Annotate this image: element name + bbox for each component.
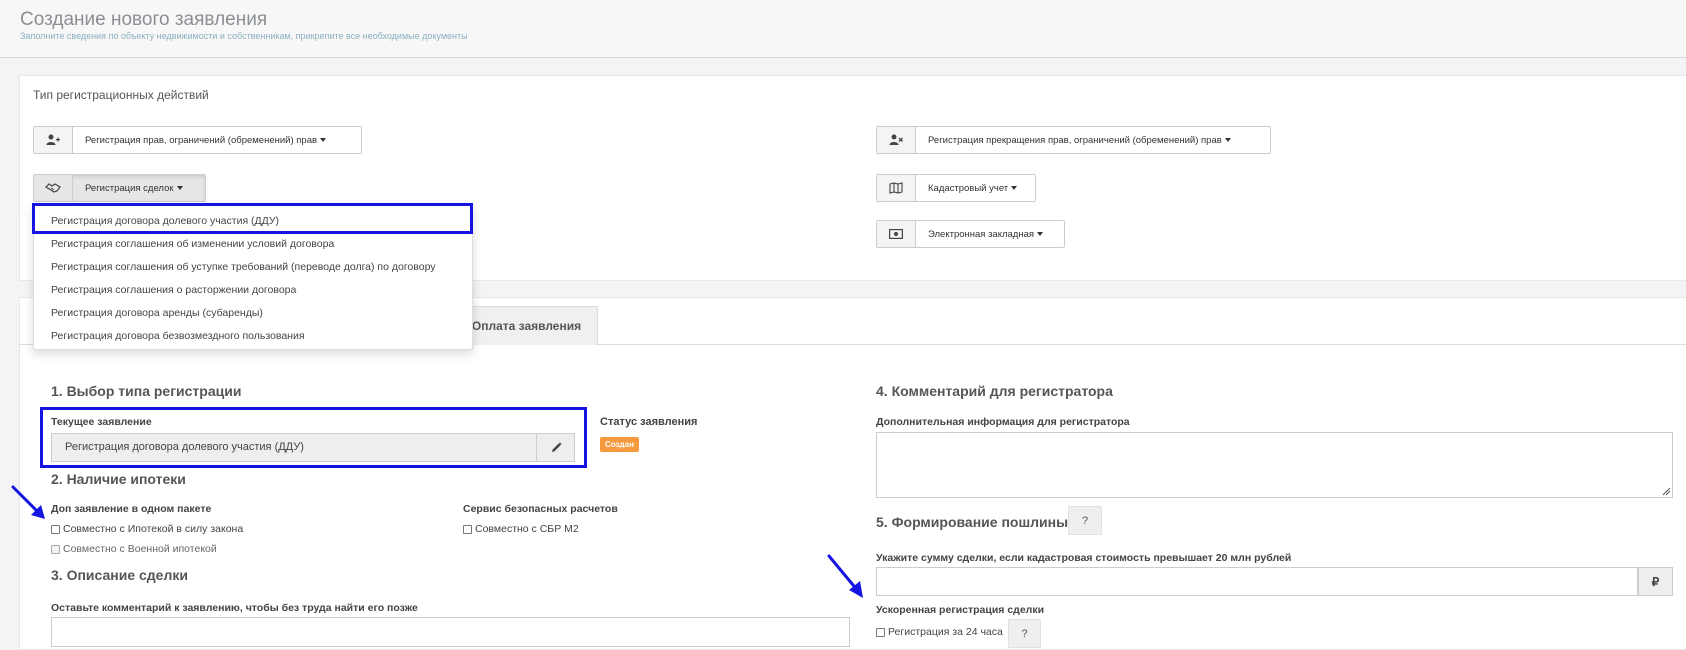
caret-down-icon bbox=[1011, 186, 1018, 190]
arrow-annotation-icon bbox=[11, 485, 45, 519]
caret-down-icon bbox=[176, 186, 183, 190]
termination-registration-label: Регистрация прекращения прав, ограничени… bbox=[928, 134, 1222, 146]
sbr-checkbox[interactable]: Совместно с СБР М2 bbox=[463, 523, 579, 535]
money-icon bbox=[877, 221, 916, 247]
section1-title: 1. Выбор типа регистрации bbox=[51, 383, 242, 399]
question-icon: ? bbox=[1081, 514, 1089, 527]
mortgage-law-checkbox[interactable]: Совместно с Ипотекой в силу закона bbox=[51, 523, 243, 535]
caret-down-icon bbox=[1037, 232, 1044, 236]
status-label: Статус заявления bbox=[600, 416, 698, 428]
dropdown-item-lease[interactable]: Регистрация договора аренды (субаренды) bbox=[51, 307, 263, 319]
mortgage-law-label: Совместно с Ипотекой в силу закона bbox=[63, 523, 244, 535]
fast-help-button[interactable]: ? bbox=[1008, 619, 1041, 648]
cadastral-dropdown[interactable]: Кадастровый учет bbox=[876, 174, 1036, 202]
current-application-highlight bbox=[40, 407, 587, 468]
deals-registration-dropdown[interactable]: Регистрация сделок bbox=[33, 174, 206, 202]
page-title: Создание нового заявления bbox=[20, 9, 268, 30]
rights-registration-dropdown[interactable]: Регистрация прав, ограничений (обременен… bbox=[33, 126, 362, 154]
page-subtitle: Заполните сведения по объекту недвижимос… bbox=[20, 31, 468, 41]
status-badge: Создан bbox=[600, 437, 639, 452]
extra-application-label: Доп заявление в одном пакете bbox=[51, 503, 212, 515]
tab-payment-label: Оплата заявления bbox=[471, 319, 582, 333]
registrar-info-textarea[interactable] bbox=[876, 432, 1673, 498]
military-mortgage-label: Совместно с Военной ипотекой bbox=[63, 543, 217, 555]
caret-down-icon bbox=[1224, 138, 1231, 142]
dropdown-item-change-terms[interactable]: Регистрация соглашения об изменении усло… bbox=[51, 238, 334, 250]
ruble-icon: ₽ bbox=[1651, 574, 1660, 589]
electronic-mortgage-dropdown[interactable]: Электронная закладная bbox=[876, 220, 1065, 248]
safe-settlement-label: Сервис безопасных расчетов bbox=[463, 503, 618, 515]
resize-handle-icon[interactable] bbox=[1662, 487, 1671, 496]
tab-payment[interactable]: Оплата заявления bbox=[455, 306, 598, 345]
map-icon bbox=[877, 175, 916, 201]
registrar-info-label: Дополнительная информация для регистрато… bbox=[876, 416, 1130, 428]
dropdown-item-termination[interactable]: Регистрация соглашения о расторжении дог… bbox=[51, 284, 296, 296]
termination-registration-dropdown[interactable]: Регистрация прекращения прав, ограничени… bbox=[876, 126, 1271, 154]
registration-24h-checkbox[interactable]: Регистрация за 24 часа bbox=[876, 626, 1003, 638]
fast-registration-label: Ускоренная регистрация сделки bbox=[876, 604, 1045, 616]
dropdown-item-free-use[interactable]: Регистрация договора безвозмездного поль… bbox=[51, 330, 305, 342]
military-mortgage-checkbox[interactable]: Совместно с Военной ипотекой bbox=[51, 543, 217, 555]
section5-title: 5. Формирование пошлины bbox=[876, 514, 1069, 530]
arrow-annotation-icon bbox=[827, 554, 863, 598]
checkbox-box bbox=[463, 524, 472, 534]
rights-registration-label: Регистрация прав, ограничений (обременен… bbox=[85, 134, 318, 146]
deals-registration-label: Регистрация сделок bbox=[85, 182, 174, 194]
user-plus-icon bbox=[34, 127, 73, 153]
question-icon: ? bbox=[1021, 627, 1028, 640]
caret-down-icon bbox=[320, 138, 327, 142]
sbr-label: Совместно с СБР М2 bbox=[475, 523, 579, 535]
checkbox-box bbox=[51, 544, 60, 554]
section2-title: 2. Наличие ипотеки bbox=[51, 471, 186, 487]
handshake-icon bbox=[34, 175, 73, 201]
dropdown-item-assignment[interactable]: Регистрация соглашения об уступке требов… bbox=[51, 261, 436, 273]
currency-addon: ₽ bbox=[1638, 567, 1673, 596]
registration-types-label: Тип регистрационных действий bbox=[33, 88, 209, 102]
checkbox-box bbox=[51, 524, 60, 534]
user-times-icon bbox=[877, 127, 916, 153]
fee-help-button[interactable]: ? bbox=[1068, 506, 1102, 535]
deal-comment-input[interactable] bbox=[51, 617, 850, 647]
cadastral-label: Кадастровый учет bbox=[928, 182, 1009, 194]
dropdown-ddu-highlight bbox=[32, 203, 473, 234]
deal-sum-input[interactable] bbox=[876, 567, 1638, 596]
deal-sum-label: Укажите сумму сделки, если кадастровая с… bbox=[876, 552, 1292, 564]
section3-title: 3. Описание сделки bbox=[51, 567, 188, 583]
checkbox-box bbox=[876, 627, 885, 637]
electronic-mortgage-label: Электронная закладная bbox=[928, 228, 1035, 240]
deal-comment-label: Оставьте комментарий к заявлению, чтобы … bbox=[51, 602, 418, 614]
section4-title: 4. Комментарий для регистратора bbox=[876, 383, 1113, 399]
registration-24h-label: Регистрация за 24 часа bbox=[888, 626, 1003, 638]
